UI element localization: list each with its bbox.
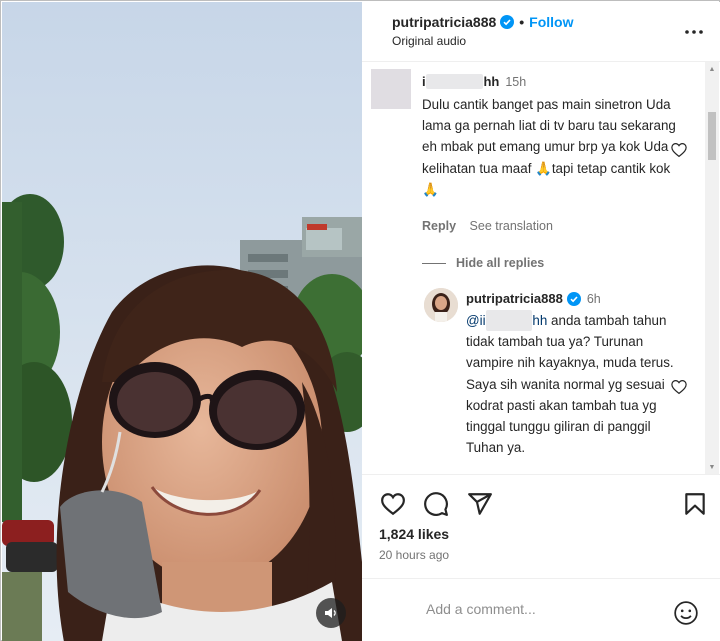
commenter-avatar[interactable] xyxy=(371,69,411,109)
reply-like-heart-icon[interactable] xyxy=(670,378,688,396)
likes-count[interactable]: 1,824 likes xyxy=(379,526,449,542)
scroll-up-arrow-icon[interactable]: ▲ xyxy=(705,62,719,76)
reply-mention[interactable]: @iixxxxxxxhh xyxy=(466,310,547,332)
post-side-panel: putripatricia888 • Follow Original audio… xyxy=(362,2,720,641)
share-icon[interactable] xyxy=(467,491,493,517)
comment-icon[interactable] xyxy=(423,491,449,517)
comments-list: ixxxxxxxxhh 15h Dulu cantik banget pas ma… xyxy=(362,62,720,474)
more-options-icon xyxy=(685,30,703,34)
hide-replies-label: Hide all replies xyxy=(456,256,545,270)
separator-dot: • xyxy=(519,14,525,30)
original-audio-link[interactable]: Original audio xyxy=(392,34,466,48)
divider-line xyxy=(422,262,446,264)
post-author-username[interactable]: putripatricia888 xyxy=(392,14,496,30)
volume-icon xyxy=(325,608,336,618)
post-time-ago: 20 hours ago xyxy=(379,548,450,562)
commenter-username-row: ixxxxxxxxhh 15h xyxy=(422,74,526,89)
post-photo[interactable] xyxy=(2,2,362,641)
comment-time: 15h xyxy=(505,75,527,89)
comment-text: Dulu cantik banget pas main sinetron Uda… xyxy=(422,97,676,197)
follow-button[interactable]: Follow xyxy=(529,14,573,30)
commenter-username[interactable]: ixxxxxxxxhh xyxy=(422,74,499,89)
post-author-row: putripatricia888 • Follow xyxy=(392,14,574,30)
hide-replies-toggle[interactable]: Hide all replies xyxy=(422,256,544,270)
verified-badge-icon xyxy=(500,15,515,29)
scroll-down-arrow-icon[interactable]: ▼ xyxy=(705,460,719,474)
reply-author-username[interactable]: putripatricia888 xyxy=(466,291,563,306)
add-comment-input[interactable] xyxy=(426,601,646,617)
post-modal: putripatricia888 • Follow Original audio… xyxy=(0,0,720,641)
heart-icon[interactable] xyxy=(380,491,406,517)
post-header: putripatricia888 • Follow Original audio xyxy=(362,2,720,62)
selfie-photo xyxy=(2,2,362,641)
more-options-button[interactable] xyxy=(684,22,704,42)
post-actions-bar xyxy=(362,474,720,524)
reply-author-avatar[interactable] xyxy=(424,288,458,322)
add-comment-bar xyxy=(362,578,720,641)
comments-scrollbar[interactable]: ▲ ▼ xyxy=(705,62,719,474)
scrollbar-thumb[interactable] xyxy=(708,112,716,160)
emoji-icon[interactable] xyxy=(673,600,699,626)
bookmark-icon[interactable] xyxy=(682,491,708,517)
reply-time: 6h xyxy=(586,291,601,306)
comment-like-heart-icon[interactable] xyxy=(670,141,688,159)
see-translation-button[interactable]: See translation xyxy=(470,219,553,233)
verified-badge-icon xyxy=(566,291,581,306)
reply-button[interactable]: Reply xyxy=(422,219,456,233)
reply-author-row: putripatricia888 6h xyxy=(466,291,601,306)
volume-button[interactable] xyxy=(316,598,346,628)
reply-text: @iixxxxxxxhh anda tambah tahun tidak tam… xyxy=(466,310,686,458)
comment-actions: Reply See translation xyxy=(422,219,563,233)
